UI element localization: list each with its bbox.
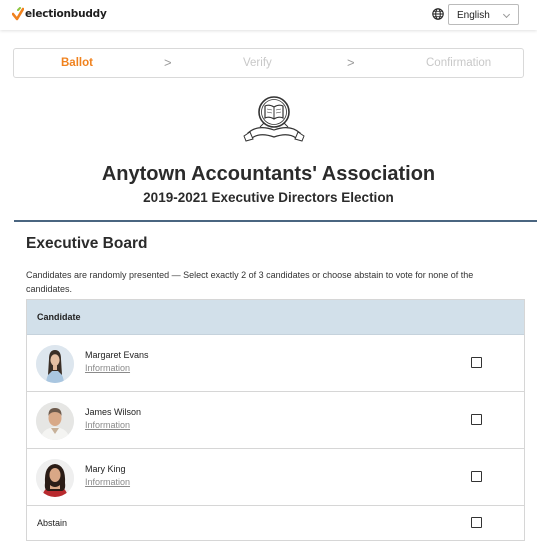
- electionbuddy-logo[interactable]: electionbuddy: [12, 7, 107, 21]
- candidate-checkbox[interactable]: [471, 471, 482, 482]
- candidate-checkbox[interactable]: [471, 357, 482, 368]
- abstain-checkbox[interactable]: [471, 517, 482, 528]
- language-select[interactable]: English: [448, 4, 519, 25]
- avatar: [36, 345, 74, 383]
- candidate-table: Candidate Margaret Evans Information Jam…: [26, 299, 525, 541]
- section-divider: [14, 220, 537, 222]
- table-header: Candidate: [27, 300, 524, 335]
- ballot-section-title: Executive Board: [26, 235, 148, 252]
- organization-name: Anytown Accountants' Association: [101, 163, 436, 185]
- candidate-information-link[interactable]: Information: [85, 477, 130, 487]
- open-book-shield-icon: [243, 96, 305, 142]
- ballot-instructions: Candidates are randomly presented — Sele…: [26, 270, 474, 294]
- top-bar: electionbuddy English: [0, 0, 537, 30]
- candidate-row-mary-king: Mary King Information: [27, 449, 524, 506]
- candidate-information-link[interactable]: Information: [85, 420, 130, 430]
- step-confirmation: Confirmation: [426, 57, 492, 69]
- abstain-label: Abstain: [37, 518, 68, 528]
- candidate-name: James Wilson: [85, 407, 142, 417]
- avatar: [36, 402, 74, 440]
- candidate-information-link[interactable]: Information: [85, 363, 130, 373]
- brand-name: electionbuddy: [25, 8, 107, 20]
- election-title: 2019-2021 Executive Directors Election: [143, 190, 394, 205]
- globe-icon: [432, 8, 444, 20]
- candidate-checkbox[interactable]: [471, 414, 482, 425]
- candidate-row-james-wilson: James Wilson Information: [27, 392, 524, 449]
- step-ballot: Ballot: [61, 57, 93, 69]
- step-separator-icon: >: [164, 55, 172, 70]
- step-separator-icon: >: [347, 55, 355, 70]
- checkmark-logo-icon: [12, 7, 24, 21]
- chevron-down-icon: [502, 10, 511, 19]
- candidate-name: Margaret Evans: [85, 350, 149, 360]
- step-verify: Verify: [243, 57, 272, 69]
- avatar: [36, 459, 74, 497]
- abstain-row: Abstain: [27, 506, 524, 541]
- candidate-row-margaret-evans: Margaret Evans Information: [27, 335, 524, 392]
- candidate-name: Mary King: [85, 464, 126, 474]
- language-selected-value: English: [457, 10, 490, 21]
- progress-steps: Ballot > Verify > Confirmation: [13, 48, 524, 78]
